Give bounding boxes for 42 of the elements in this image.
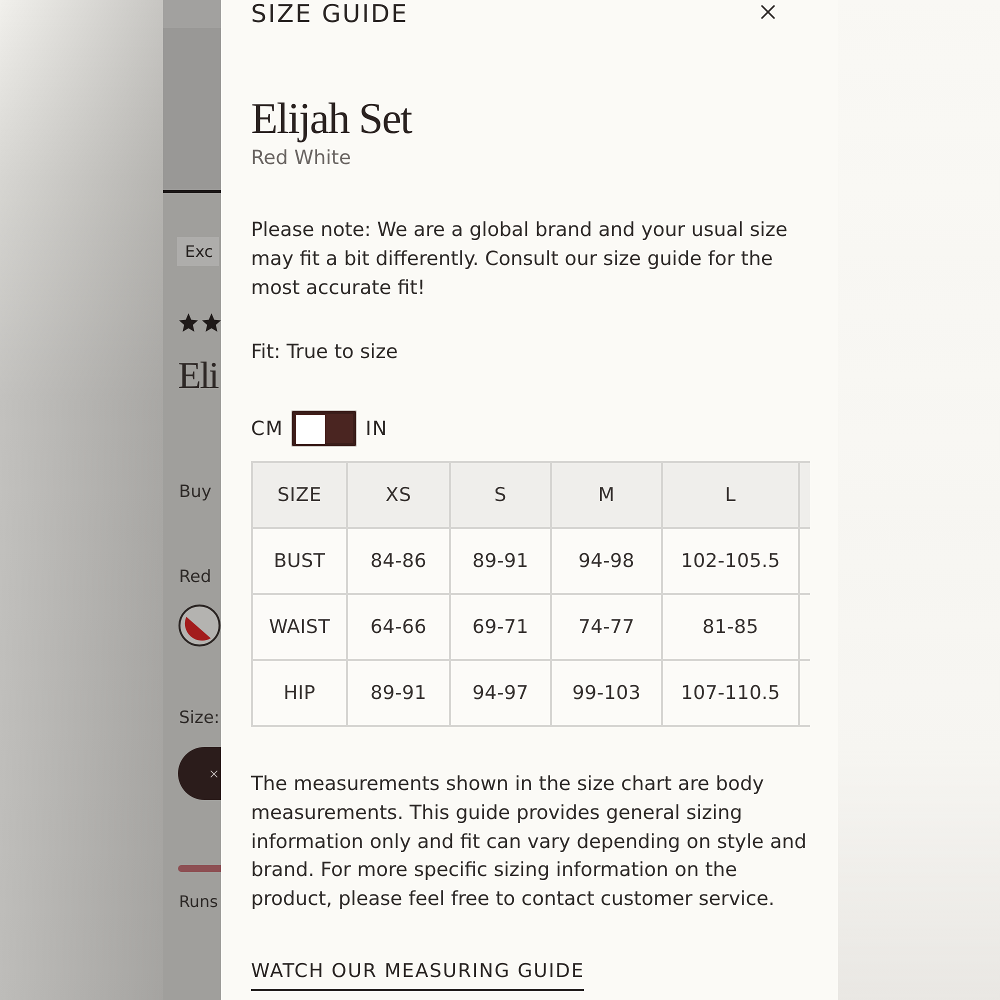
fit-label: Runs (179, 891, 218, 913)
unit-switch[interactable] (291, 410, 358, 446)
buy-label: Buy (179, 481, 212, 503)
table-cell: 107-110.5 (662, 660, 799, 726)
column-header: M (551, 462, 662, 528)
sizing-note: Please note: We are a global brand and your usual size may fit a bit differently. Consult our size guide for the most accurate fit! (251, 217, 789, 301)
column-header: SIZE (252, 462, 347, 528)
row-header: WAIST (252, 594, 347, 660)
pill-button[interactable] (178, 747, 221, 800)
unit-label: CM (251, 416, 284, 440)
measuring-guide-link[interactable]: WATCH OUR MEASURING GUIDE (251, 960, 584, 991)
table-cell: 81-85 (662, 594, 799, 660)
badge: Exc (177, 237, 220, 266)
fit-text: Fit: True to size (251, 339, 398, 365)
size-label: Size: (179, 707, 220, 729)
column-header: XS (347, 462, 450, 528)
table-cell: 84-86 (347, 528, 450, 594)
table-cell: 89-91 (450, 528, 551, 594)
table-cell: 94-97 (450, 660, 551, 726)
column-header: L (662, 462, 799, 528)
row-header: BUST (252, 528, 347, 594)
table-cell: 89-91 (347, 660, 450, 726)
color-label: Red (179, 566, 212, 588)
unit-label: IN (365, 416, 388, 440)
product-title: Eli (178, 354, 218, 399)
cross-icon (208, 768, 220, 780)
panel-title: SIZE GUIDE (251, 0, 408, 28)
color-name: Red White (251, 146, 351, 170)
table-cell: 102-105.5 (662, 528, 799, 594)
column-header: S (450, 462, 551, 528)
star-icon (179, 313, 198, 332)
row-header: HIP (252, 660, 347, 726)
table-cell: 74-77 (551, 594, 662, 660)
color-swatch-icon[interactable] (178, 604, 221, 647)
table-cell: 69-71 (450, 594, 551, 660)
star-icon (202, 313, 221, 332)
rating-bar (178, 865, 221, 872)
product-name: Elijah Set (251, 96, 412, 142)
disclaimer-text: The measurements shown in the size chart are body measurements. This guide provides general sizing information only and fit can vary depending on style and brand. For more specific sizing information on the product, please feel free to contact customer service. (251, 771, 807, 912)
table-cell: 99-103 (551, 660, 662, 726)
table-cell: 94-98 (551, 528, 662, 594)
table-cell: 64-66 (347, 594, 450, 660)
